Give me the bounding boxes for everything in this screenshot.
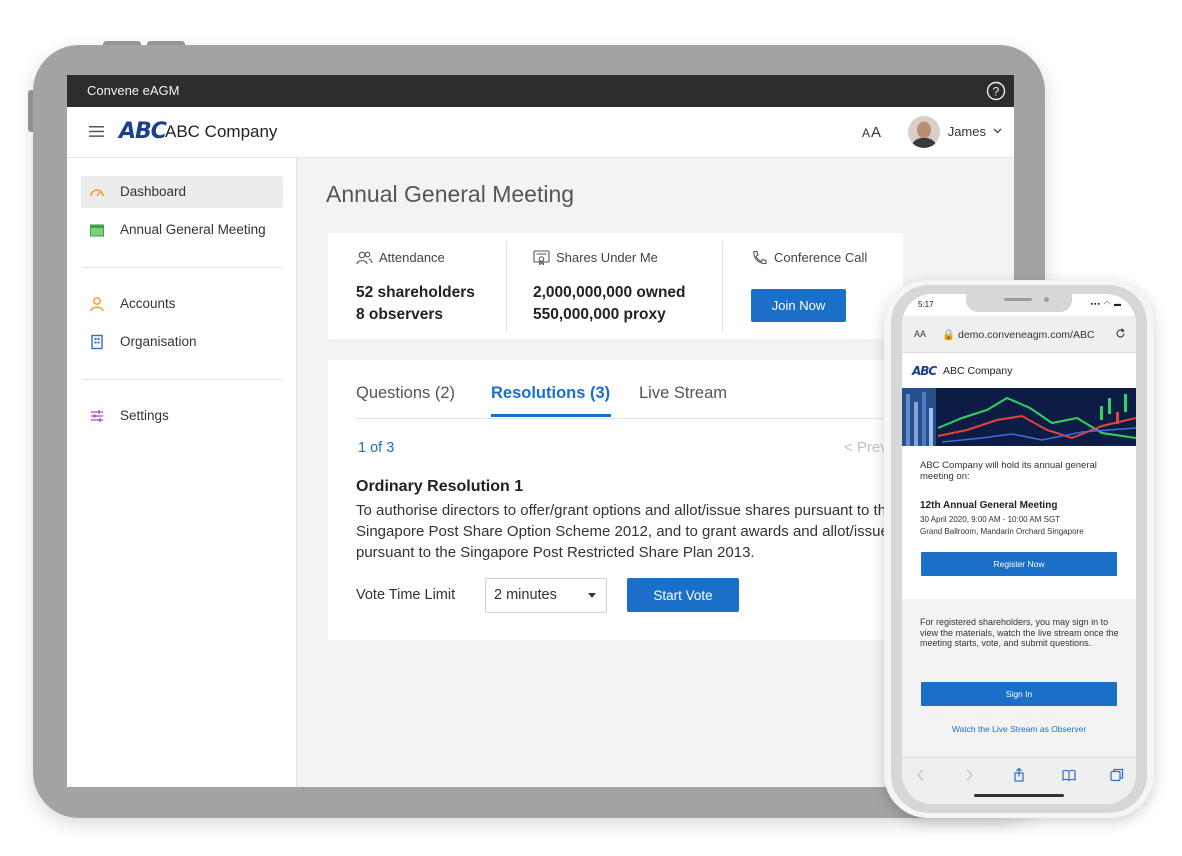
sliders-icon <box>91 410 103 422</box>
resolution-pager: 1 of 3 <box>358 440 395 456</box>
shares-proxy: 550,000,000 proxy <box>533 306 666 323</box>
app-titlebar: Convene eAGM ? <box>67 75 1014 107</box>
observer-link[interactable]: Watch the Live Stream as Observer <box>902 724 1136 734</box>
sidebar-item-accounts[interactable]: Accounts <box>81 288 283 320</box>
mobile-company-name: ABC Company <box>943 365 1013 377</box>
help-icon[interactable]: ? <box>986 81 1006 101</box>
bookmarks-icon[interactable] <box>1062 768 1076 782</box>
event-venue: Grand Ballroom, Mandarin Orchard Singapo… <box>920 527 1084 536</box>
home-indicator <box>974 794 1064 797</box>
observer-count: 8 observers <box>356 306 444 323</box>
share-certificate-icon <box>533 250 550 265</box>
register-now-button[interactable]: Register Now <box>921 552 1117 576</box>
tabs-icon[interactable] <box>1110 768 1124 782</box>
sidebar-item-label: Accounts <box>120 296 176 311</box>
company-name: ABC Company <box>165 122 278 141</box>
shares-owned: 2,000,000,000 owned <box>533 284 686 301</box>
sidebar-item-organisation[interactable]: Organisation <box>81 326 283 358</box>
hamburger-menu-icon[interactable] <box>89 125 104 138</box>
phone-icon <box>753 250 767 265</box>
resolution-text: To authorise directors to offer/grant op… <box>356 502 908 561</box>
sidebar-item-label: Annual General Meeting <box>120 222 266 237</box>
phone-camera <box>1044 297 1049 302</box>
mobile-signin-info: For registered shareholders, you may sig… <box>920 617 1119 648</box>
tab-bar: Questions (2) Resolutions (3) Live Strea… <box>356 384 908 419</box>
sidebar-divider <box>83 379 282 380</box>
start-vote-button[interactable]: Start Vote <box>627 578 739 612</box>
sidebar-item-label: Dashboard <box>120 184 187 199</box>
sidebar-item-label: Organisation <box>120 334 197 349</box>
app-title: Convene eAGM <box>87 83 180 98</box>
stat-divider <box>722 241 723 331</box>
phone-screen: 5:17 ▪▪▪ ◠ ▬ AA 🔒 demo.conveneagm.com/AB… <box>902 294 1136 804</box>
sidebar-item-label: Settings <box>120 408 169 423</box>
page-title: Annual General Meeting <box>326 181 575 207</box>
sidebar-item-dashboard[interactable]: Dashboard <box>81 176 283 208</box>
active-tab-indicator <box>491 414 611 417</box>
mobile-intro-text: ABC Company will hold its annual general… <box>920 460 1097 482</box>
tablet-screen: Convene eAGM ? ABC ABC Company AA James <box>67 75 1014 787</box>
sidebar-item-settings[interactable]: Settings <box>81 400 283 432</box>
sidebar-item-agm[interactable]: Annual General Meeting <box>81 214 283 246</box>
tab-live-stream[interactable]: Live Stream <box>639 384 727 403</box>
forward-icon[interactable] <box>962 768 976 782</box>
status-time: 5:17 <box>918 300 934 309</box>
tab-questions[interactable]: Questions (2) <box>356 384 455 403</box>
sidebar: Dashboard Annual General Meeting Account… <box>67 158 297 787</box>
shares-label: Shares Under Me <box>533 250 658 265</box>
caret-down-icon <box>588 593 596 598</box>
shareholder-count: 52 shareholders <box>356 284 475 301</box>
browser-url-bar[interactable]: AA 🔒 demo.conveneagm.com/ABC <box>902 316 1136 353</box>
mobile-company-logo: ABC <box>912 364 937 378</box>
join-now-button[interactable]: Join Now <box>751 289 846 322</box>
svg-text:?: ? <box>993 85 1000 99</box>
user-avatar[interactable] <box>908 116 940 148</box>
vote-time-value: 2 minutes <box>494 587 557 603</box>
vote-time-select[interactable]: 2 minutes <box>485 578 607 613</box>
app-header: ABC ABC Company AA James <box>67 107 1014 158</box>
share-icon[interactable] <box>1012 768 1026 782</box>
phone-speaker <box>1004 298 1032 301</box>
gauge-icon <box>90 189 104 197</box>
back-icon[interactable] <box>914 768 928 782</box>
company-logo: ABC <box>119 119 167 144</box>
calendar-icon <box>90 224 104 237</box>
conference-label: Conference Call <box>751 250 867 265</box>
reader-mode-toggle[interactable]: AA <box>914 329 926 339</box>
phone-notch <box>966 294 1072 312</box>
sidebar-divider <box>83 267 282 268</box>
stats-card: Attendance 52 shareholders 8 observers S… <box>328 233 903 339</box>
status-icons: ▪▪▪ ◠ ▬ <box>1090 301 1122 308</box>
resolution-title: Ordinary Resolution 1 <box>356 478 524 495</box>
resolutions-card: Questions (2) Resolutions (3) Live Strea… <box>328 360 908 640</box>
chevron-down-icon[interactable] <box>993 128 1002 134</box>
stat-divider <box>506 241 507 331</box>
event-date: 30 April 2020, 9:00 AM - 10:00 AM SGT <box>920 515 1061 524</box>
vote-time-limit-label: Vote Time Limit <box>356 587 456 603</box>
people-icon <box>356 251 373 265</box>
user-name[interactable]: James <box>948 124 986 139</box>
sign-in-button[interactable]: Sign In <box>921 682 1117 706</box>
prev-button[interactable]: < Prev <box>844 439 888 456</box>
font-size-toggle[interactable]: AA <box>862 124 882 141</box>
stock-chart-banner-image <box>902 388 1136 446</box>
attendance-label: Attendance <box>356 250 445 265</box>
person-icon <box>90 297 104 312</box>
tab-resolutions[interactable]: Resolutions (3) <box>491 384 610 403</box>
reload-icon[interactable] <box>1115 328 1126 339</box>
url-text: 🔒 demo.conveneagm.com/ABC <box>942 329 1095 341</box>
building-icon <box>91 334 103 350</box>
event-title: 12th Annual General Meeting <box>920 500 1058 511</box>
